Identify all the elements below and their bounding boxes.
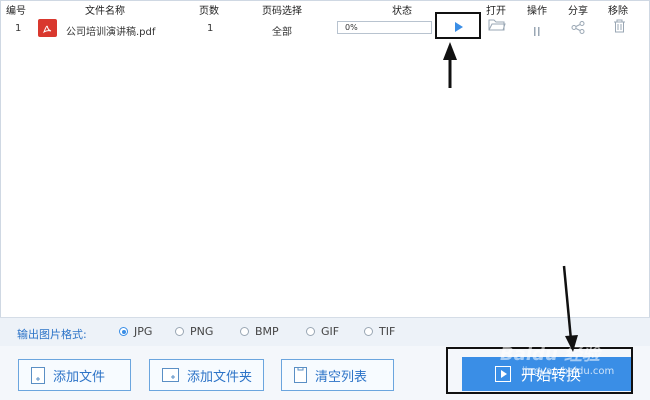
clear-list-icon [294, 367, 307, 383]
radio-bmp[interactable] [240, 327, 249, 336]
format-bmp-label: BMP [255, 325, 279, 338]
radio-gif[interactable] [306, 327, 315, 336]
format-png-label: PNG [190, 325, 214, 338]
format-option-bmp[interactable]: BMP [240, 325, 279, 338]
header-open: 打开 [486, 6, 506, 17]
watermark-url: jingyan.baidu.com [522, 366, 615, 377]
format-option-jpg[interactable]: JPG [119, 325, 152, 338]
table-row[interactable]: 1 公司培训演讲稿.pdf 1 全部 0% [0, 16, 650, 40]
table-header: 编号 文件名称 页数 页码选择 状态 打开 操作 分享 移除 [0, 0, 650, 17]
header-index: 编号 [6, 6, 26, 17]
radio-png[interactable] [175, 327, 184, 336]
format-tif-label: TIF [379, 325, 396, 338]
pause-icon[interactable] [533, 21, 541, 40]
row-pages: 1 [207, 23, 214, 34]
add-file-button[interactable]: 添加文件 [18, 359, 131, 391]
row-filename: 公司培训演讲稿.pdf [66, 27, 156, 38]
format-gif-label: GIF [321, 325, 340, 338]
folder-icon[interactable] [488, 17, 506, 36]
add-folder-icon [162, 368, 179, 382]
add-folder-label: 添加文件夹 [187, 369, 253, 385]
trash-icon[interactable] [613, 18, 626, 37]
radio-tif[interactable] [364, 327, 373, 336]
format-option-gif[interactable]: GIF [306, 325, 339, 338]
add-file-label: 添加文件 [53, 369, 106, 385]
radio-jpg[interactable] [119, 327, 128, 336]
header-operate: 操作 [527, 6, 547, 17]
pdf-icon [38, 19, 57, 37]
header-status: 状态 [392, 6, 412, 17]
format-option-tif[interactable]: TIF [364, 325, 395, 338]
highlight-box-play [435, 12, 481, 39]
add-file-icon [31, 366, 45, 384]
progress-text: 0% [345, 23, 358, 32]
format-jpg-label: JPG [134, 325, 153, 338]
add-folder-button[interactable]: 添加文件夹 [149, 359, 264, 391]
header-filename: 文件名称 [85, 6, 125, 17]
header-page-select: 页码选择 [262, 6, 302, 17]
format-option-png[interactable]: PNG [175, 325, 213, 338]
header-remove: 移除 [608, 6, 628, 17]
share-icon[interactable] [571, 19, 585, 38]
header-pages: 页数 [199, 6, 219, 17]
clear-list-label: 清空列表 [315, 369, 368, 385]
clear-list-button[interactable]: 清空列表 [281, 359, 394, 391]
watermark-brand: Baidu 经验 [500, 344, 601, 365]
row-index: 1 [15, 23, 22, 34]
row-page-select[interactable]: 全部 [272, 23, 292, 38]
progress-bar: 0% [337, 21, 432, 34]
header-share: 分享 [568, 6, 588, 17]
format-label: 输出图片格式: [17, 328, 87, 341]
